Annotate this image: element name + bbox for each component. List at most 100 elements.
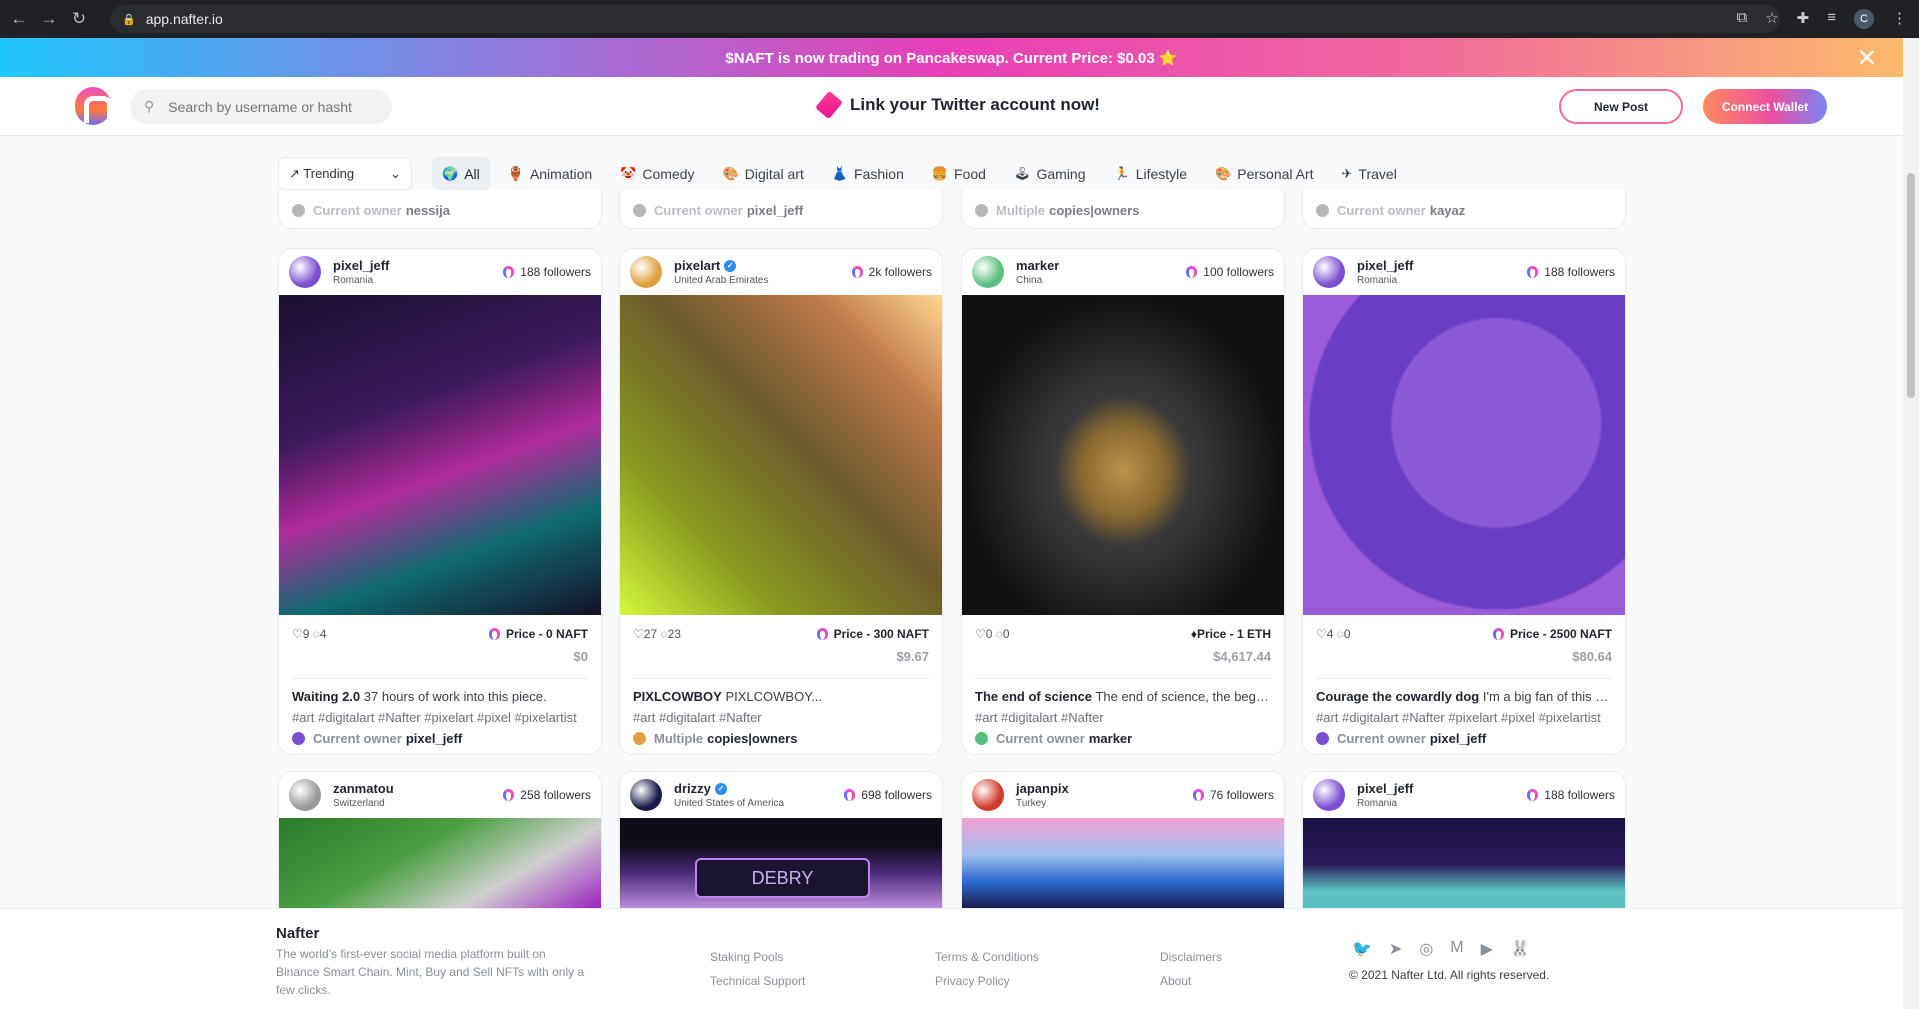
post-card[interactable]: japanpix Turkey 76 followers: [961, 771, 1285, 908]
post-card-partial[interactable]: Current owner pixel_jeff: [619, 190, 943, 229]
post-description[interactable]: Waiting 2.0 37 hours of work into this p…: [279, 679, 601, 704]
post-tags[interactable]: #art #digitalart #Nafter #pixelart #pixe…: [279, 704, 601, 725]
sort-dropdown[interactable]: ↗ Trending ⌄: [278, 157, 412, 190]
username[interactable]: zanmatou: [333, 781, 394, 796]
post-card[interactable]: pixelart ✓ United Arab Emirates 2k follower…: [619, 248, 943, 755]
filter-chip-personal-art[interactable]: 🎨 Personal Art: [1205, 157, 1323, 190]
owner-line[interactable]: Current owner pixel_jeff: [279, 725, 601, 746]
filter-chip-gaming[interactable]: 🕹 Gaming: [1004, 157, 1096, 190]
post-card[interactable]: pixel_jeff Romania 188 followers: [1302, 771, 1626, 908]
back-icon[interactable]: ←: [8, 9, 30, 29]
scrollbar-thumb[interactable]: [1907, 173, 1915, 398]
user-avatar[interactable]: [1313, 779, 1345, 811]
filter-chip-animation[interactable]: 🏺 Animation: [498, 157, 602, 190]
comment-icon[interactable]: ◌: [992, 627, 1003, 641]
privacy-policy-link[interactable]: Privacy Policy: [935, 974, 1010, 988]
forward-icon[interactable]: →: [38, 9, 60, 29]
user-avatar[interactable]: [630, 256, 662, 288]
terms-link[interactable]: Terms & Conditions: [935, 950, 1039, 964]
post-tags[interactable]: #art #digitalart #Nafter: [620, 704, 942, 725]
artwork-image[interactable]: DEBRY: [620, 818, 942, 908]
user-avatar[interactable]: [289, 256, 321, 288]
username[interactable]: japanpix: [1016, 781, 1069, 796]
filter-chip-food[interactable]: 🍔 Food: [922, 157, 996, 190]
artwork-image[interactable]: [279, 295, 601, 615]
about-link[interactable]: About: [1160, 974, 1191, 988]
user-avatar[interactable]: [289, 779, 321, 811]
post-description[interactable]: PIXLCOWBOY PIXLCOWBOY...: [620, 679, 942, 704]
post-card-partial[interactable]: Multiple copies|owners: [961, 190, 1285, 229]
artwork-image[interactable]: [620, 295, 942, 615]
medium-icon[interactable]: M: [1450, 939, 1463, 959]
telegram-icon[interactable]: ➤: [1389, 939, 1402, 959]
post-card-partial[interactable]: Current owner nessija: [278, 190, 602, 229]
username[interactable]: pixel_jeff: [1357, 258, 1413, 273]
username[interactable]: pixel_jeff: [333, 258, 389, 273]
post-card[interactable]: marker China 100 followers ♡0 ◌0 ♦ Price - 1…: [961, 248, 1285, 755]
user-avatar[interactable]: [1313, 256, 1345, 288]
post-card[interactable]: pixel_jeff Romania 188 followers ♡9 ◌4 Price…: [278, 248, 602, 755]
address-bar[interactable]: 🔒 app.nafter.io: [110, 5, 1780, 33]
username[interactable]: pixel_jeff: [1357, 781, 1413, 796]
post-card[interactable]: zanmatou Switzerland 258 followers: [278, 771, 602, 908]
bookmark-star-icon[interactable]: ☆: [1765, 9, 1778, 29]
comment-icon[interactable]: ◌: [1333, 627, 1344, 641]
heart-icon[interactable]: ♡: [633, 627, 644, 641]
close-icon[interactable]: ✕: [1857, 44, 1877, 73]
technical-support-link[interactable]: Technical Support: [710, 974, 805, 988]
username[interactable]: marker: [1016, 258, 1059, 273]
twitter-link-cta[interactable]: Link your Twitter account now!: [815, 90, 1100, 120]
post-description[interactable]: Courage the cowardly dog I'm a big fan o…: [1303, 679, 1625, 704]
pancakeswap-icon[interactable]: 🐰: [1510, 939, 1530, 959]
search-input[interactable]: [168, 98, 369, 115]
nafter-logo[interactable]: [75, 87, 112, 125]
user-avatar[interactable]: [972, 779, 1004, 811]
comment-icon[interactable]: ◌: [657, 627, 667, 641]
reload-icon[interactable]: ↻: [68, 9, 90, 29]
instagram-icon[interactable]: ◎: [1419, 939, 1433, 959]
filter-chip-all[interactable]: 🌍 All: [432, 157, 490, 190]
artwork-image[interactable]: [962, 295, 1284, 615]
reading-list-icon[interactable]: ≡: [1827, 9, 1836, 29]
new-post-button[interactable]: New Post: [1559, 89, 1683, 124]
search-box[interactable]: ⚲: [130, 89, 392, 124]
staking-pools-link[interactable]: Staking Pools: [710, 950, 783, 964]
post-card[interactable]: drizzy ✓ United States of America 698 follo…: [619, 771, 943, 908]
heart-icon[interactable]: ♡: [292, 627, 303, 641]
post-tags[interactable]: #art #digitalart #Nafter: [962, 704, 1284, 725]
disclaimers-link[interactable]: Disclaimers: [1160, 950, 1222, 964]
scrollbar[interactable]: [1903, 38, 1919, 1009]
profile-avatar[interactable]: C: [1854, 9, 1874, 29]
artwork-image[interactable]: [1303, 818, 1625, 908]
post-tags[interactable]: #art #digitalart #Nafter #pixelart #pixe…: [1303, 704, 1625, 725]
extensions-icon[interactable]: ✚: [1797, 9, 1810, 29]
user-avatar[interactable]: [630, 779, 662, 811]
owner-line[interactable]: Multiple copies|owners: [620, 725, 942, 746]
post-description[interactable]: The end of science The end of science, t…: [962, 679, 1284, 704]
filter-chip-fashion[interactable]: 👗 Fashion: [822, 157, 914, 190]
artwork-image[interactable]: [962, 818, 1284, 908]
artwork-image[interactable]: [279, 818, 601, 908]
filter-chip-comedy[interactable]: 🤡 Comedy: [610, 157, 704, 190]
filter-chip-lifestyle[interactable]: 🏃 Lifestyle: [1104, 157, 1198, 190]
user-avatar[interactable]: [972, 256, 1004, 288]
filter-chip-travel[interactable]: ✈ Travel: [1332, 157, 1407, 190]
username-row: drizzy ✓: [674, 781, 784, 796]
menu-icon[interactable]: ⋮: [1892, 9, 1907, 29]
followers-text: 188 followers: [1544, 788, 1615, 802]
username[interactable]: drizzy: [674, 781, 711, 796]
filter-chip-digital-art[interactable]: 🎨 Digital art: [713, 157, 814, 190]
comment-icon[interactable]: ◌: [309, 627, 320, 641]
post-card[interactable]: pixel_jeff Romania 188 followers ♡4 ◌0 Price…: [1302, 248, 1626, 755]
connect-wallet-button[interactable]: Connect Wallet: [1703, 89, 1827, 124]
twitter-icon[interactable]: 🐦: [1352, 939, 1372, 959]
translate-icon[interactable]: ⧉: [1736, 9, 1747, 29]
heart-icon[interactable]: ♡: [975, 627, 986, 641]
username[interactable]: pixelart: [674, 258, 720, 273]
post-card-partial[interactable]: Current owner kayaz: [1302, 190, 1626, 229]
heart-icon[interactable]: ♡: [1316, 627, 1327, 641]
artwork-image[interactable]: [1303, 295, 1625, 615]
owner-line[interactable]: Current owner marker: [962, 725, 1284, 746]
youtube-icon[interactable]: ▶: [1481, 939, 1493, 959]
owner-line[interactable]: Current owner pixel_jeff: [1303, 725, 1625, 746]
